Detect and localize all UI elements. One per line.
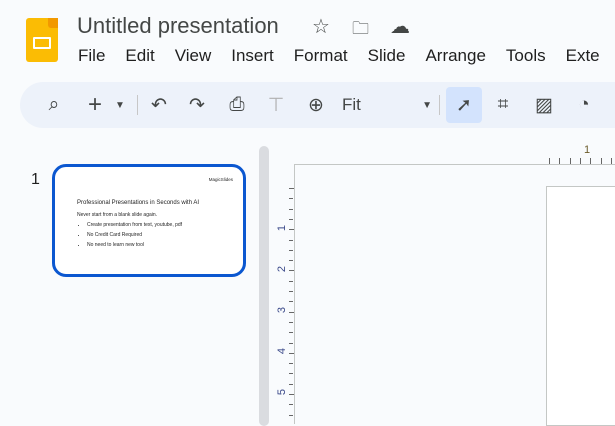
zoom-value: Fit <box>342 95 361 114</box>
ruler-label: 4 <box>276 347 289 355</box>
slide-canvas[interactable] <box>546 186 615 426</box>
ruler-label: 1 <box>276 224 289 232</box>
menu-format[interactable]: Format <box>294 46 348 66</box>
ruler-tick <box>289 218 293 220</box>
menu-slide[interactable]: Slide <box>368 46 406 66</box>
ruler-tick <box>289 352 294 354</box>
ruler-tick <box>569 158 571 164</box>
slide-thumbnail[interactable]: MagicSlides Professional Presentations i… <box>52 164 246 277</box>
ruler-label: 3 <box>276 306 289 314</box>
ruler-tick <box>289 198 293 200</box>
ruler-tick <box>289 321 293 323</box>
slide-brand: MagicSlides <box>208 177 233 182</box>
cloud-saved-icon[interactable]: ☁ <box>390 14 410 39</box>
menu-extensions[interactable]: Exte <box>566 46 600 66</box>
star-icon[interactable]: ☆ <box>312 14 330 39</box>
menu-bar: File Edit View Insert Format Slide Arran… <box>78 46 615 66</box>
ruler-tick <box>289 311 294 313</box>
ruler-tick <box>289 249 293 251</box>
slide-bullet: No Credit Card Required <box>87 232 182 238</box>
menu-edit[interactable]: Edit <box>125 46 154 66</box>
ruler-tick <box>600 158 602 164</box>
redo-icon[interactable]: ↷ <box>186 82 208 128</box>
slides-logo[interactable] <box>26 18 58 62</box>
chevron-down-icon: ▼ <box>422 99 432 111</box>
menu-tools[interactable]: Tools <box>506 46 546 66</box>
ruler-tick <box>289 373 293 375</box>
menu-insert[interactable]: Insert <box>231 46 274 66</box>
menu-arrange[interactable]: Arrange <box>425 46 485 66</box>
ruler-tick <box>289 188 294 189</box>
ruler-tick <box>289 270 294 272</box>
document-title[interactable]: Untitled presentation <box>77 13 279 39</box>
image-icon[interactable]: ▨ <box>532 82 556 128</box>
ruler-tick <box>289 301 293 303</box>
ruler-label: 5 <box>276 388 289 396</box>
vertical-ruler <box>294 164 295 424</box>
zoom-select[interactable]: Fit ▼ <box>342 82 432 128</box>
shape-icon[interactable]: ◔ <box>572 82 596 128</box>
text-box-icon[interactable]: ⌗ <box>490 82 516 128</box>
undo-icon[interactable]: ↶ <box>148 82 170 128</box>
menu-view[interactable]: View <box>175 46 212 66</box>
print-icon[interactable]: ⎙ <box>225 82 249 128</box>
ruler-label: 2 <box>276 265 289 273</box>
ruler-tick <box>289 404 293 406</box>
ruler-tick <box>289 280 293 282</box>
slide-bullet: No need to learn new tool <box>87 242 182 248</box>
slide-bullet: Create presentation from text, youtube, … <box>87 222 182 228</box>
move-folder-icon[interactable]: 🗀 <box>352 16 369 45</box>
horizontal-ruler <box>294 164 615 165</box>
ruler-tick <box>579 158 581 164</box>
ruler-tick <box>559 158 561 164</box>
ruler-tick <box>289 383 293 385</box>
ruler-tick <box>289 363 293 365</box>
slide-subtitle: Never start from a blank slide again. <box>77 212 158 218</box>
ruler-tick <box>289 394 294 395</box>
ruler-tick <box>289 414 293 416</box>
ruler-tick <box>289 239 293 241</box>
slide-heading: Professional Presentations in Seconds wi… <box>77 200 200 206</box>
ruler-tick <box>289 260 293 262</box>
ruler-tick <box>549 158 550 164</box>
ruler-tick <box>289 229 294 231</box>
ruler-tick <box>289 342 293 344</box>
zoom-icon[interactable]: ⊕ <box>305 82 327 128</box>
new-slide-icon[interactable]: + <box>84 82 106 128</box>
ruler-label: 1 <box>584 144 591 156</box>
select-tool-icon[interactable]: ➚ <box>446 87 482 123</box>
ruler-tick <box>289 291 293 292</box>
ruler-tick <box>289 208 293 210</box>
search-menus-icon[interactable]: ⌕ <box>42 82 66 128</box>
ruler-tick <box>610 158 612 164</box>
paint-format-icon[interactable]: ⊤ <box>265 82 287 128</box>
filmstrip-scrollbar[interactable] <box>259 146 269 426</box>
ruler-tick <box>590 158 592 164</box>
toolbar: ⌕ + ▼ ↶ ↷ ⎙ ⊤ ⊕ Fit ▼ ➚ ⌗ ▨ ◔ <box>20 82 615 128</box>
menu-file[interactable]: File <box>78 46 105 66</box>
ruler-tick <box>289 332 293 334</box>
slide-number: 1 <box>31 171 40 188</box>
new-slide-dropdown-icon[interactable]: ▼ <box>114 82 126 128</box>
